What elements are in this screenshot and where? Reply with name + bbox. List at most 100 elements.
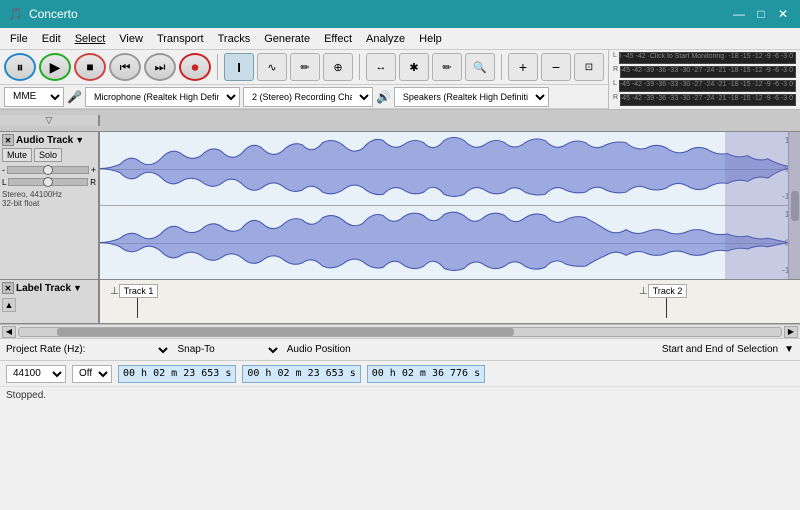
zoom-in-button[interactable]: + (508, 53, 538, 81)
zoom-out-button[interactable]: − (541, 53, 571, 81)
label-track-label-panel: ✕ Label Track ▼ ▲ (0, 280, 100, 323)
track-container: ✕ Audio Track ▼ Mute Solo - + L R (0, 132, 800, 324)
pan-r: R (90, 178, 96, 187)
audio-track-row: ✕ Audio Track ▼ Mute Solo - + L R (0, 132, 800, 280)
channels-select[interactable]: 2 (Stereo) Recording Channels (243, 87, 373, 107)
menubar: File Edit Select View Transport Tracks G… (0, 28, 800, 50)
devicebar: MME 🎤 Microphone (Realtek High Defini 2 … (0, 85, 608, 109)
separator2 (359, 54, 360, 80)
label-marker-track2[interactable]: ⊥ Track 2 (639, 284, 687, 318)
label-track-wave[interactable]: ⊥ Track 1 ⊥ Track 2 (100, 280, 800, 323)
volume-slider[interactable] (7, 166, 89, 174)
driver-select[interactable]: MME (4, 87, 64, 107)
menu-select[interactable]: Select (69, 31, 112, 47)
audio-position-label: Audio Position (287, 344, 351, 355)
menu-file[interactable]: File (4, 31, 34, 47)
close-button[interactable]: ✕ (774, 5, 792, 23)
stop-button[interactable]: ■ (74, 53, 106, 81)
pan-l: L (2, 178, 6, 187)
solo-button[interactable]: Solo (34, 148, 62, 162)
horizontal-scrollbar[interactable]: ◀ ▶ (0, 324, 800, 338)
label-text-track1: Track 1 (119, 284, 159, 298)
snap-to-label-text: Snap-To (177, 344, 214, 355)
label-text-track2: Track 2 (648, 284, 688, 298)
waveform-top (100, 132, 788, 205)
snap-to-label (91, 341, 171, 359)
vol-minus: - (2, 165, 5, 175)
menu-edit[interactable]: Edit (36, 31, 67, 47)
snap-to-empty (221, 341, 281, 359)
menu-generate[interactable]: Generate (258, 31, 316, 47)
audio-track-close[interactable]: ✕ (2, 134, 14, 146)
snap-to-select[interactable]: Off (72, 365, 112, 383)
play-button[interactable]: ▶ (39, 53, 71, 81)
waveform-bottom (100, 206, 788, 279)
mic-icon: 🎤 (67, 90, 82, 104)
menu-tracks[interactable]: Tracks (212, 31, 257, 47)
timeshift-tool-button[interactable]: ↔ (366, 53, 396, 81)
selected-region-wave (725, 132, 800, 279)
audio-position-display[interactable]: 00 h 02 m 23 653 s (118, 365, 236, 383)
menu-analyze[interactable]: Analyze (360, 31, 411, 47)
label-track-title: Label Track (16, 283, 71, 294)
vol-plus: + (91, 165, 96, 175)
statusbar: Project Rate (Hz): Snap-To Audio Positio… (0, 338, 800, 360)
zoom2-tool-button[interactable]: 🔍 (465, 53, 495, 81)
audio-position-value: 00 h 02 m 23 653 s (123, 368, 231, 379)
selection-start-display[interactable]: 00 h 02 m 23 653 s (242, 365, 360, 383)
selection-tool-button[interactable]: I (224, 53, 254, 81)
audio-track-title: Audio Track (16, 135, 73, 146)
label-track-close[interactable]: ✕ (2, 282, 14, 294)
audio-track-label: ✕ Audio Track ▼ Mute Solo - + L R (0, 132, 100, 279)
draw-tool-button[interactable]: ✏ (290, 53, 320, 81)
selection-end-display[interactable]: 00 h 02 m 36 776 s (367, 365, 485, 383)
menu-effect[interactable]: Effect (318, 31, 358, 47)
scroll-right-btn[interactable]: ▶ (784, 326, 798, 338)
selection-label: Start and End of Selection (662, 344, 778, 355)
fit-button[interactable]: ⊡ (574, 53, 604, 81)
track-info: Stereo, 44100Hz32-bit float (2, 190, 96, 208)
pan-slider[interactable] (8, 178, 88, 186)
label-track-up-arrow[interactable]: ▲ (2, 298, 16, 312)
minimize-button[interactable]: — (730, 5, 748, 23)
timeline-ruler[interactable]: ▽ -15 0 15 30 45 1:00 1:15 1:30 1:45 2:0… (0, 110, 800, 132)
project-rate-label: Project Rate (Hz): (6, 344, 85, 355)
project-rate-select[interactable]: 44100 (6, 365, 66, 383)
menu-view[interactable]: View (113, 31, 149, 47)
maximize-button[interactable]: □ (752, 5, 770, 23)
titlebar: 🎵 Concerto — □ ✕ (0, 0, 800, 28)
app-icon: 🎵 (8, 7, 23, 21)
audio-track-dropdown[interactable]: ▼ (75, 135, 84, 145)
stopped-status: Stopped. (0, 386, 800, 404)
hscroll-track[interactable] (18, 327, 782, 337)
selection-dropdown-icon[interactable]: ▼ (784, 344, 794, 355)
record-button[interactable]: ⏺ (179, 53, 211, 81)
zoom-tool-button[interactable]: ⊕ (323, 53, 353, 81)
mute-button[interactable]: Mute (2, 148, 32, 162)
multi-tool-button[interactable]: ✱ (399, 53, 429, 81)
separator3 (501, 54, 502, 80)
scroll-left-btn[interactable]: ◀ (2, 326, 16, 338)
pause-button[interactable]: ⏸ (4, 53, 36, 81)
app-title: Concerto (29, 7, 78, 21)
separator (217, 54, 218, 80)
audio-track-wave[interactable]: 1.0 0.0 -1.0 1.0 0.0 -1.0 (100, 132, 800, 279)
label-marker-track1[interactable]: ⊥ Track 1 (110, 284, 158, 318)
menu-transport[interactable]: Transport (151, 31, 210, 47)
skip-end-button[interactable]: ⏭ (144, 53, 176, 81)
speaker-select[interactable]: Speakers (Realtek High Definiti (394, 87, 549, 107)
label-track-dropdown[interactable]: ▼ (73, 283, 82, 293)
speaker-icon: 🔊 (376, 90, 391, 104)
selection-end-value: 00 h 02 m 36 776 s (372, 368, 480, 379)
menu-help[interactable]: Help (413, 31, 448, 47)
selection-start-value: 00 h 02 m 23 653 s (247, 368, 355, 379)
hscroll-thumb[interactable] (57, 328, 514, 336)
envelope-tool-button[interactable]: ∿ (257, 53, 287, 81)
timecodes-bar: 44100 Off 00 h 02 m 23 653 s 00 h 02 m 2… (0, 360, 800, 386)
playback-controls: ⏸ ▶ ■ ⏮ ⏭ ⏺ I ∿ ✏ ⊕ ↔ ✱ ✏ 🔍 + − ⊡ (0, 50, 608, 85)
microphone-select[interactable]: Microphone (Realtek High Defini (85, 87, 240, 107)
skip-start-button[interactable]: ⏮ (109, 53, 141, 81)
label-track-row: ✕ Label Track ▼ ▲ ⊥ Track 1 ⊥ Track 2 (0, 280, 800, 324)
timeline-label: ▽ (46, 115, 53, 126)
draw2-tool-button[interactable]: ✏ (432, 53, 462, 81)
